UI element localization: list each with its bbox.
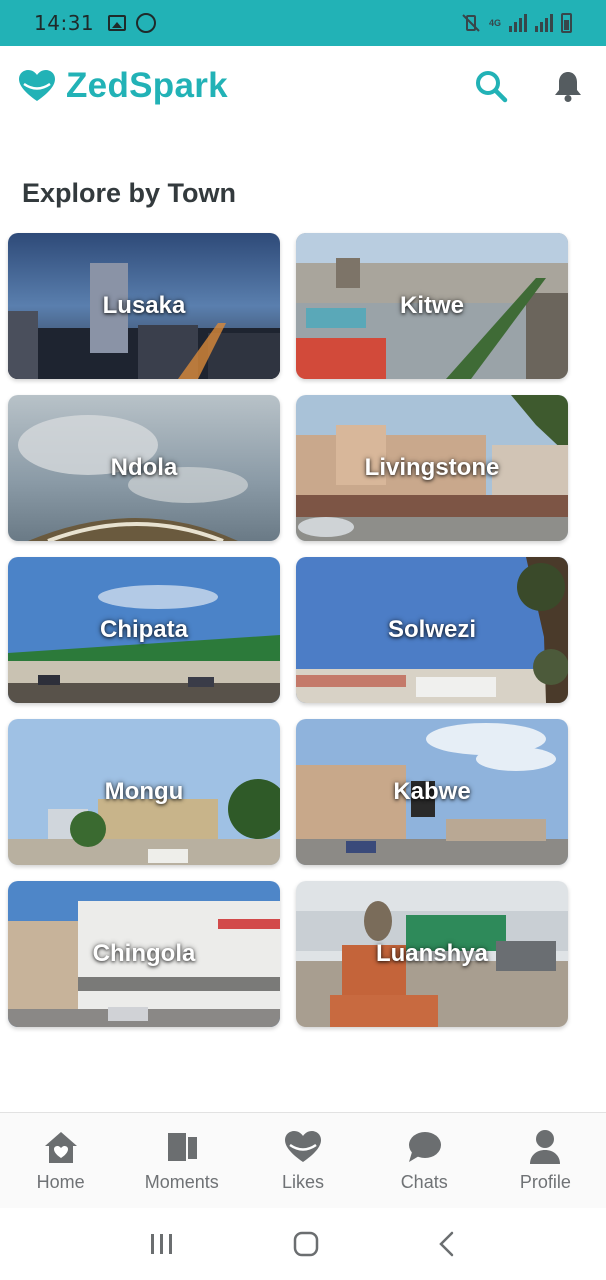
section-title: Explore by Town [22, 178, 237, 208]
status-time: 14:31 [34, 11, 95, 35]
town-name: Chipata [99, 616, 188, 643]
town-name: Ndola [110, 454, 178, 481]
town-card-solwezi[interactable]: Solwezi [296, 557, 568, 703]
nav-label: Moments [144, 1172, 219, 1192]
nav-label: Chats [400, 1172, 448, 1192]
nav-home[interactable]: Home [0, 1113, 121, 1208]
logo-heart-icon [19, 70, 55, 101]
chat-icon [409, 1132, 442, 1162]
town-card-mongu[interactable]: Mongu [8, 719, 280, 865]
status-system-icons: 4G [461, 13, 572, 33]
nav-label: Home [36, 1172, 85, 1192]
town-card-chipata[interactable]: Chipata [8, 557, 280, 703]
town-card-chingola[interactable]: Chingola [8, 881, 280, 1027]
nav-profile[interactable]: Profile [485, 1113, 606, 1208]
town-name: Solwezi [387, 616, 477, 643]
gallery-icon [108, 15, 127, 31]
search-icon[interactable] [474, 69, 508, 103]
network-type: 4G [488, 17, 501, 28]
status-bar: 14:31 4G [0, 0, 606, 46]
nav-moments[interactable]: Moments [121, 1113, 242, 1208]
status-notification-icons [108, 13, 157, 33]
town-card-kitwe[interactable]: Kitwe [296, 233, 568, 379]
bell-icon[interactable] [552, 69, 584, 103]
recent-apps-icon[interactable] [149, 1232, 175, 1256]
heart-icon [285, 1131, 321, 1162]
town-name: Lusaka [102, 292, 186, 319]
app-title: ZedSpark [66, 66, 228, 105]
town-name: Kitwe [399, 292, 464, 319]
system-nav-bar [0, 1208, 606, 1280]
signal-icon-2 [535, 14, 553, 32]
nav-label: Profile [519, 1172, 571, 1192]
town-name: Mongu [104, 778, 184, 805]
profile-icon [530, 1130, 561, 1164]
town-card-lusaka[interactable]: Lusaka [8, 233, 280, 379]
town-name: Livingstone [364, 454, 500, 481]
nav-label: Likes [281, 1172, 325, 1192]
vibrate-mute-icon [462, 14, 480, 32]
town-card-kabwe[interactable]: Kabwe [296, 719, 568, 865]
town-name: Luanshya [375, 940, 489, 967]
battery-icon [561, 13, 572, 33]
town-name: Chingola [92, 940, 196, 967]
town-card-livingstone[interactable]: Livingstone [296, 395, 568, 541]
town-card-ndola[interactable]: Ndola [8, 395, 280, 541]
signal-icon [509, 14, 527, 32]
back-icon[interactable] [437, 1231, 457, 1257]
home-icon [44, 1132, 77, 1163]
moments-icon [167, 1133, 197, 1161]
town-name: Kabwe [393, 778, 471, 805]
town-grid: Lusaka Kitwe Ndola Livingstone Chipata S… [8, 233, 568, 1027]
app-header: ZedSpark [0, 46, 606, 126]
nav-likes[interactable]: Likes [242, 1113, 363, 1208]
bottom-nav: Home Moments Likes Chats Profile [0, 1112, 606, 1208]
nav-chats[interactable]: Chats [364, 1113, 485, 1208]
home-button-icon[interactable] [293, 1231, 319, 1257]
sync-icon [136, 13, 157, 33]
town-card-luanshya[interactable]: Luanshya [296, 881, 568, 1027]
